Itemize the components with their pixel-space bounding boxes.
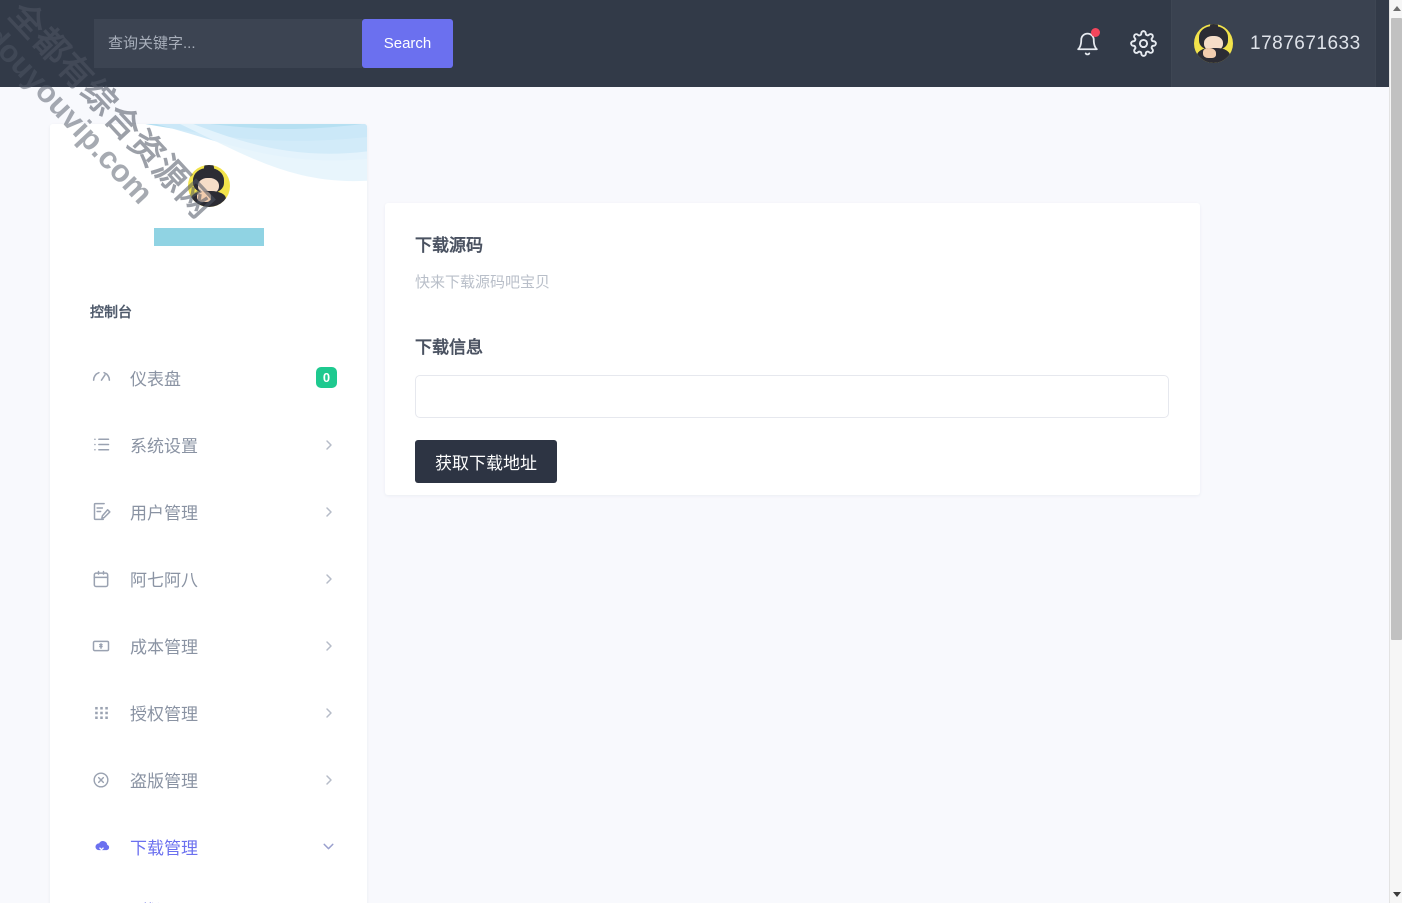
profile-avatar-wrap bbox=[50, 162, 367, 210]
cloud-download-icon bbox=[90, 836, 112, 858]
notification-dot bbox=[1091, 28, 1100, 37]
user-menu[interactable]: 1787671633 bbox=[1171, 0, 1376, 87]
gear-icon bbox=[1129, 30, 1157, 57]
top-header: Search 1787671 bbox=[0, 0, 1389, 87]
chevron-right-icon bbox=[321, 705, 337, 721]
sidebar-item-system-settings[interactable]: 系统设置 bbox=[50, 411, 367, 478]
scrollbar-thumb[interactable] bbox=[1391, 18, 1402, 640]
sidebar-item-label: 成本管理 bbox=[130, 638, 198, 657]
app-window: Search 1787671 bbox=[0, 0, 1402, 903]
chevron-right-icon bbox=[321, 504, 337, 520]
scroll-up-button[interactable] bbox=[1390, 0, 1402, 17]
chevron-right-icon bbox=[321, 571, 337, 587]
chevron-right-icon bbox=[321, 638, 337, 654]
avatar bbox=[1194, 24, 1233, 63]
get-download-url-button[interactable]: 获取下载地址 bbox=[415, 440, 557, 483]
search-input[interactable] bbox=[94, 19, 362, 68]
sidebar-item-label: 授权管理 bbox=[130, 705, 198, 724]
file-edit-icon bbox=[90, 501, 112, 523]
chevron-right-icon bbox=[321, 772, 337, 788]
triangle-up-icon bbox=[1392, 6, 1401, 11]
download-info-label: 下载信息 bbox=[415, 338, 483, 357]
sidebar-item-piracy-management[interactable]: 盗版管理 bbox=[50, 746, 367, 813]
sidebar-item-cost-management[interactable]: 成本管理 bbox=[50, 612, 367, 679]
sidebar-item-label: 仪表盘 bbox=[130, 370, 181, 389]
header-search: Search bbox=[94, 19, 453, 68]
sidebar: 控制台 仪表盘 0 系统设置 用户管理 阿七阿八 成本管理 授权管理 盗版管理 … bbox=[50, 124, 367, 903]
download-info-input[interactable] bbox=[415, 375, 1169, 418]
sidebar-subitem-label: 下载源码 bbox=[124, 897, 188, 903]
profile-avatar[interactable] bbox=[184, 162, 233, 210]
grid-dots-icon bbox=[90, 702, 112, 724]
sidebar-item-label: 阿七阿八 bbox=[130, 571, 198, 590]
sidebar-item-dashboard[interactable]: 仪表盘 0 bbox=[50, 344, 367, 411]
status-badge: 0 bbox=[316, 367, 337, 388]
money-icon bbox=[90, 635, 112, 657]
sidebar-item-user-management[interactable]: 用户管理 bbox=[50, 478, 367, 545]
settings-button[interactable] bbox=[1115, 0, 1171, 87]
scroll-down-button[interactable] bbox=[1390, 886, 1402, 903]
page-title: 下载源码 bbox=[415, 236, 483, 255]
dashboard-icon bbox=[90, 367, 112, 389]
triangle-down-icon bbox=[1392, 892, 1401, 897]
chevron-down-icon bbox=[320, 838, 337, 855]
sidebar-item-label: 系统设置 bbox=[130, 437, 198, 456]
sidebar-item-label: 下载管理 bbox=[130, 839, 198, 858]
sidebar-item-label: 用户管理 bbox=[130, 504, 198, 523]
header-actions: 1787671633 bbox=[1059, 0, 1376, 87]
sidebar-item-download-management[interactable]: 下载管理 bbox=[50, 813, 367, 880]
sidebar-menu: 仪表盘 0 系统设置 用户管理 阿七阿八 成本管理 授权管理 盗版管理 下载管理 bbox=[50, 344, 367, 903]
download-source-card: 下载源码 快来下载源码吧宝贝 下载信息 获取下载地址 bbox=[385, 203, 1200, 495]
profile-banner bbox=[50, 124, 367, 246]
list-icon bbox=[90, 434, 112, 456]
search-button[interactable]: Search bbox=[362, 19, 453, 68]
card-subtitle: 快来下载源码吧宝贝 bbox=[415, 274, 551, 291]
circle-x-icon bbox=[90, 769, 112, 791]
user-name: 1787671633 bbox=[1250, 32, 1361, 54]
sidebar-subitem-download-source[interactable]: 下载源码 bbox=[50, 880, 367, 903]
sidebar-item-label: 盗版管理 bbox=[130, 772, 198, 791]
vertical-scrollbar[interactable] bbox=[1389, 0, 1402, 903]
profile-name-redacted bbox=[153, 228, 264, 246]
sidebar-item-authorization[interactable]: 授权管理 bbox=[50, 679, 367, 746]
profile-name-redacted-wrap bbox=[50, 228, 367, 246]
calendar-icon bbox=[90, 568, 112, 590]
chevron-right-icon bbox=[321, 437, 337, 453]
sidebar-section-title: 控制台 bbox=[90, 304, 132, 320]
sidebar-item-misc[interactable]: 阿七阿八 bbox=[50, 545, 367, 612]
notification-button[interactable] bbox=[1059, 0, 1115, 87]
